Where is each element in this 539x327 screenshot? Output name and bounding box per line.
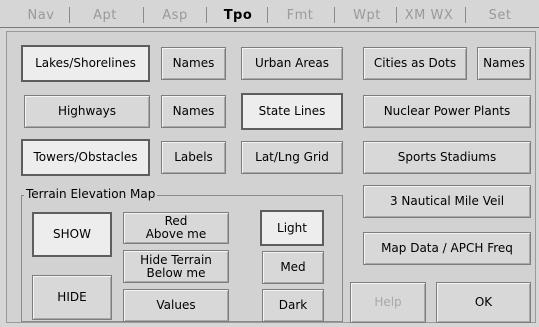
hide-terrain-below-me-button[interactable]: Hide Terrain Below me <box>123 250 229 283</box>
highways-button[interactable]: Highways <box>24 95 150 128</box>
tab-separator <box>143 7 144 23</box>
tab-separator <box>334 7 335 23</box>
ok-button[interactable]: OK <box>436 282 531 323</box>
nautical-mile-veil-button[interactable]: 3 Nautical Mile Veil <box>363 185 531 218</box>
terrain-hide-button[interactable]: HIDE <box>32 275 112 320</box>
tab-underline <box>0 27 539 28</box>
tab-xm-wx[interactable]: XM WX <box>398 4 460 28</box>
topo-settings-window: Nav Apt Asp Tpo Fmt Wpt XM WX Set Lakes/… <box>0 0 539 327</box>
lat-lng-grid-button[interactable]: Lat/Lng Grid <box>241 141 343 174</box>
nuclear-power-plants-button[interactable]: Nuclear Power Plants <box>363 95 531 128</box>
terrain-show-button[interactable]: SHOW <box>32 212 112 257</box>
map-data-apch-freq-button[interactable]: Map Data / APCH Freq <box>363 232 531 265</box>
towers-labels-button[interactable]: Labels <box>161 141 226 174</box>
help-button[interactable]: Help <box>350 282 426 323</box>
tab-separator <box>396 7 397 23</box>
tab-separator <box>465 7 466 23</box>
sports-stadiums-button[interactable]: Sports Stadiums <box>363 141 531 174</box>
tab-fmt[interactable]: Fmt <box>276 4 324 28</box>
terrain-light-button[interactable]: Light <box>260 210 324 246</box>
cities-names-button[interactable]: Names <box>477 47 531 80</box>
urban-areas-button[interactable]: Urban Areas <box>241 47 343 80</box>
tab-wpt[interactable]: Wpt <box>344 4 390 28</box>
tab-separator <box>206 7 207 23</box>
hide-terrain-line2: Below me <box>146 265 206 280</box>
tab-set[interactable]: Set <box>480 4 520 28</box>
tab-separator <box>267 7 268 23</box>
lakes-names-button[interactable]: Names <box>161 47 226 80</box>
tab-asp[interactable]: Asp <box>153 4 197 28</box>
red-above-me-button[interactable]: Red Above me <box>123 212 229 244</box>
red-above-me-line2: Above me <box>145 227 207 241</box>
terrain-group-title: Terrain Elevation Map <box>24 187 158 201</box>
tab-bar: Nav Apt Asp Tpo Fmt Wpt XM WX Set <box>0 0 539 28</box>
lakes-shorelines-button[interactable]: Lakes/Shorelines <box>21 45 150 82</box>
cities-as-dots-button[interactable]: Cities as Dots <box>363 47 467 80</box>
tab-nav[interactable]: Nav <box>18 4 64 28</box>
highways-names-button[interactable]: Names <box>161 95 226 128</box>
tab-tpo[interactable]: Tpo <box>214 4 262 28</box>
terrain-values-button[interactable]: Values <box>123 289 229 322</box>
tab-apt[interactable]: Apt <box>80 4 130 28</box>
towers-obstacles-button[interactable]: Towers/Obstacles <box>21 139 150 176</box>
tab-separator <box>69 7 70 23</box>
state-lines-button[interactable]: State Lines <box>241 93 343 130</box>
terrain-med-button[interactable]: Med <box>262 251 324 284</box>
terrain-dark-button[interactable]: Dark <box>262 289 324 322</box>
hide-terrain-line1: Hide Terrain <box>140 252 212 267</box>
